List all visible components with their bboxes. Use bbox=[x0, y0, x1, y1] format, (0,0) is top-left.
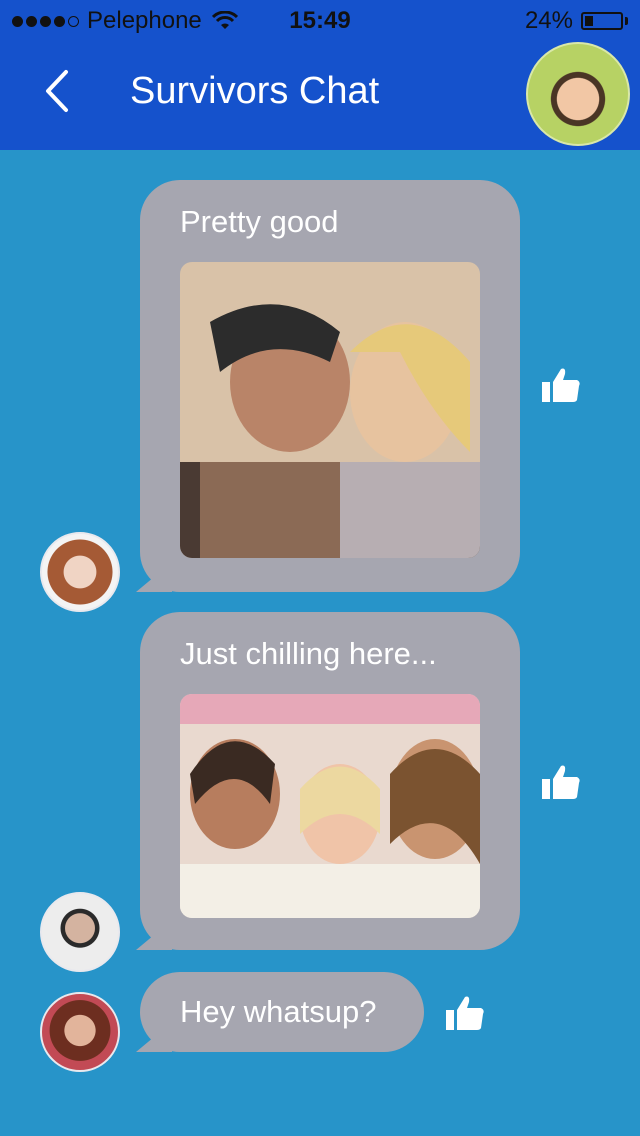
thumbs-up-icon[interactable] bbox=[541, 367, 581, 403]
battery-tip bbox=[625, 17, 628, 25]
message-bubble[interactable]: Just chilling here... bbox=[140, 612, 520, 950]
profile-avatar[interactable] bbox=[526, 42, 630, 146]
thumbs-up-icon[interactable] bbox=[445, 995, 485, 1031]
status-bar: Pelephone 15:49 24% bbox=[0, 0, 640, 40]
sender-avatar[interactable] bbox=[40, 892, 120, 972]
message-bubble[interactable]: Hey whatsup? bbox=[140, 972, 424, 1052]
battery-icon bbox=[581, 12, 623, 30]
message-photo[interactable] bbox=[180, 694, 480, 918]
sender-avatar[interactable] bbox=[40, 532, 120, 612]
status-right: 24% bbox=[525, 7, 628, 35]
message-text: Just chilling here... bbox=[180, 636, 437, 671]
page-title: Survivors Chat bbox=[130, 70, 380, 112]
sender-avatar[interactable] bbox=[40, 992, 120, 1072]
battery-percent: 24% bbox=[524, 7, 573, 34]
message-text: Hey whatsup? bbox=[180, 994, 377, 1029]
back-chevron-icon[interactable] bbox=[38, 68, 78, 114]
thumbs-up-icon[interactable] bbox=[541, 764, 581, 800]
navigation-bar: Survivors Chat bbox=[0, 40, 640, 150]
message-bubble[interactable]: Pretty good bbox=[140, 180, 520, 592]
message-photo[interactable] bbox=[180, 262, 480, 558]
message-text: Pretty good bbox=[180, 204, 339, 239]
